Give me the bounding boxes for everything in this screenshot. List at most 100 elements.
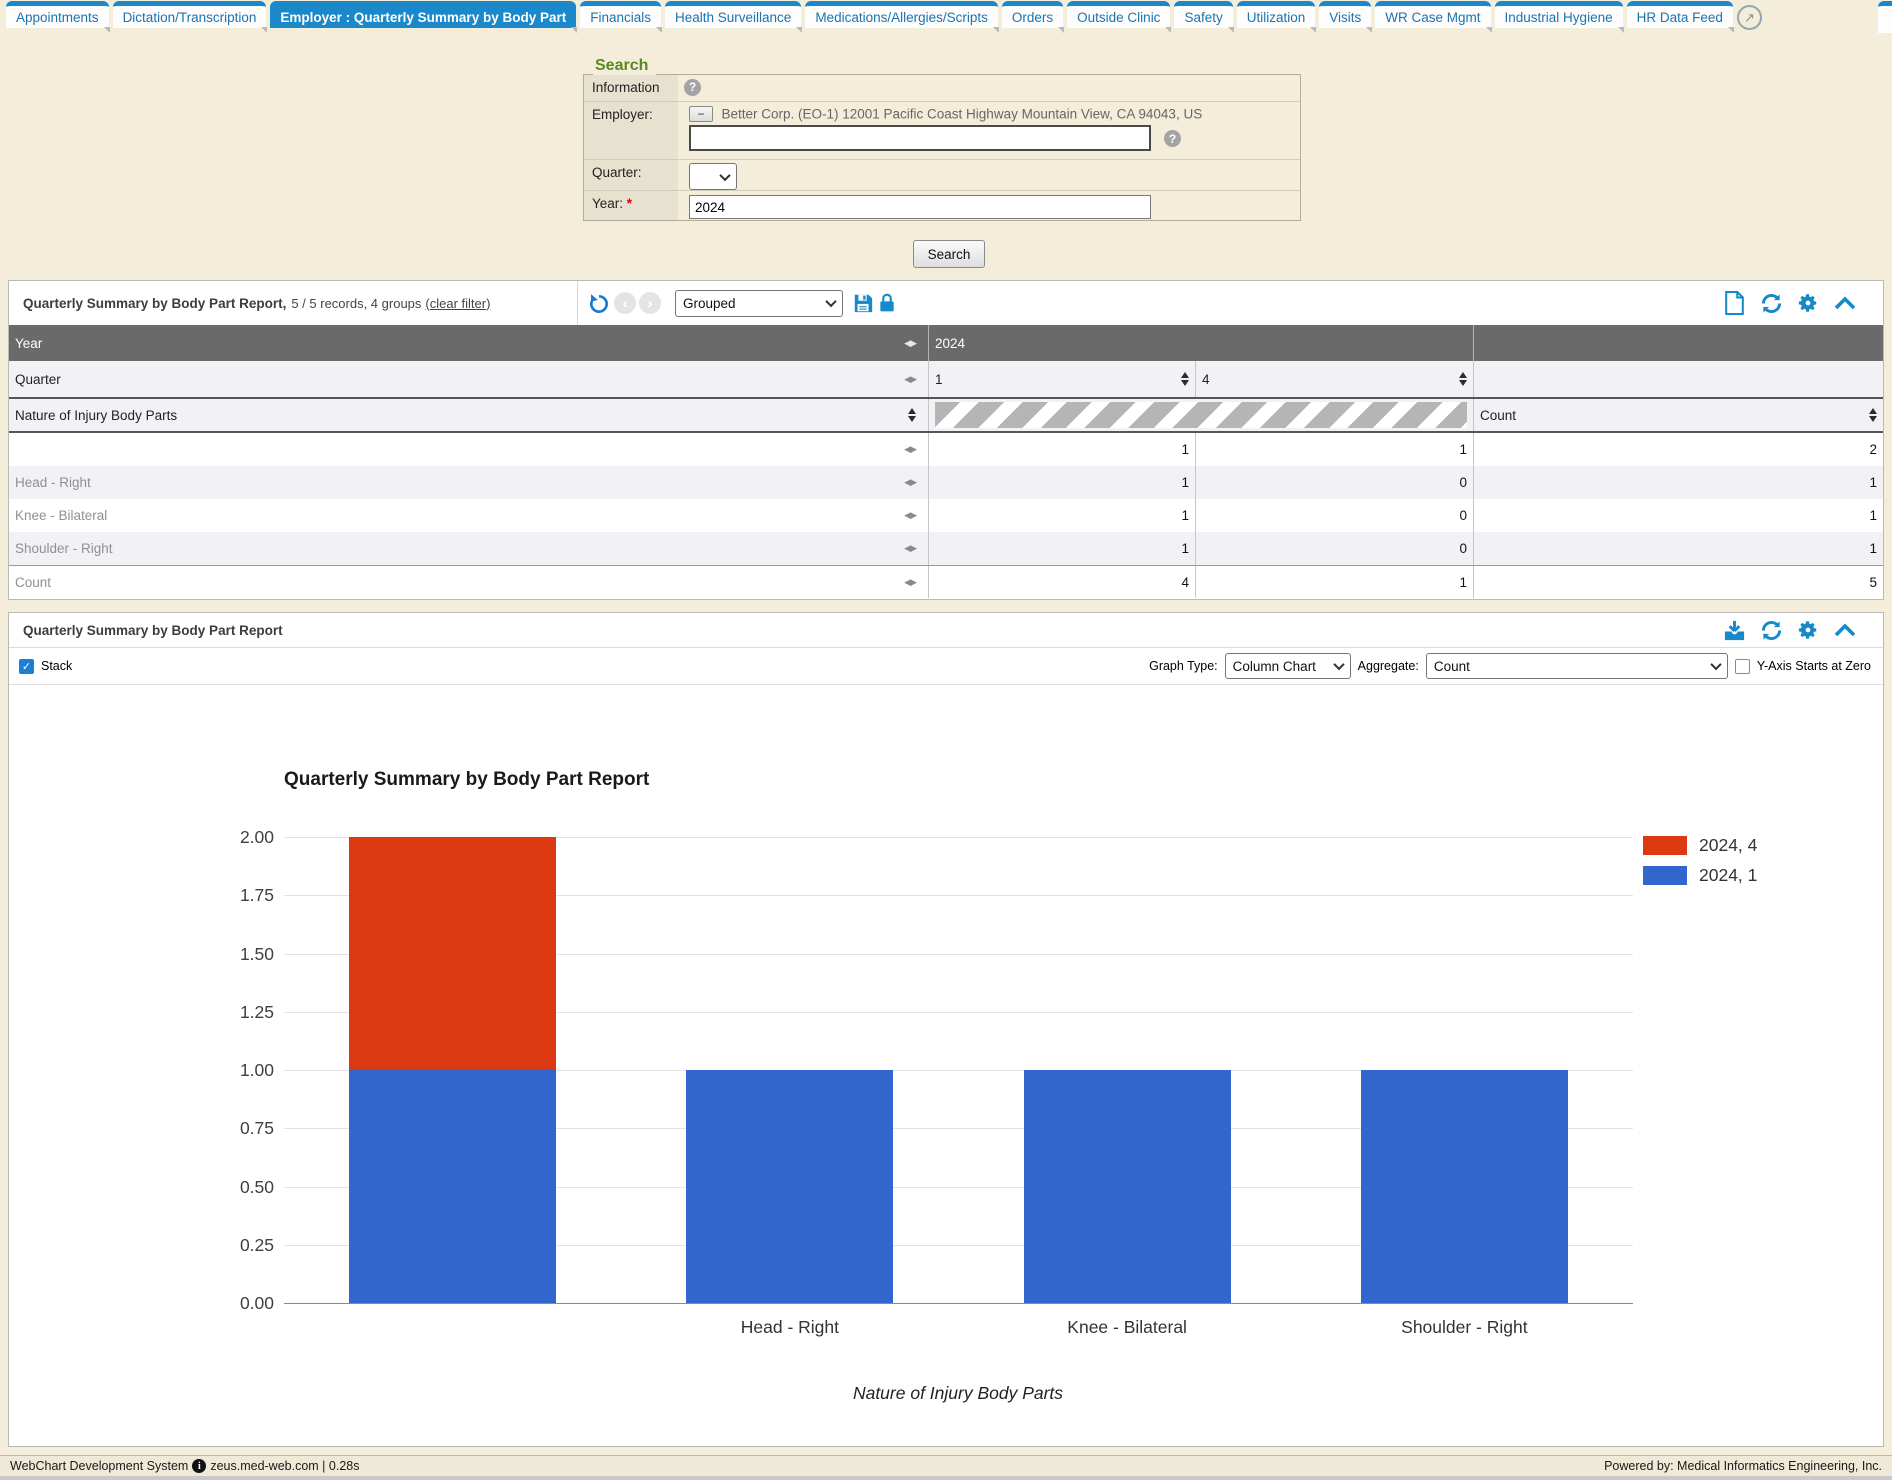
row-move-icon[interactable]: ◀▶ — [904, 510, 916, 521]
column-move-icon[interactable]: ◀▶ — [904, 374, 916, 385]
row-move-icon[interactable]: ◀▶ — [904, 543, 916, 554]
search-button[interactable]: Search — [913, 240, 985, 268]
row-label: Knee - Bilateral — [15, 508, 107, 523]
footer-host: zeus.med-web.com | 0.28s — [210, 1459, 359, 1473]
refresh-icon[interactable] — [1759, 618, 1783, 642]
bar-segment-blank — [349, 1070, 556, 1303]
save-icon[interactable] — [851, 291, 875, 315]
chart-controls: ✓ Stack Graph Type: Column Chart Aggrega… — [9, 648, 1883, 685]
table-row: Count◀▶415 — [9, 565, 1883, 598]
sort-icon[interactable] — [1869, 408, 1877, 422]
cell-value: 1 — [1474, 532, 1883, 565]
grid-panel-title: Quarterly Summary by Body Part Report, — [9, 296, 286, 311]
y-tick-label: 1.00 — [179, 1060, 274, 1081]
grid-record-count: 5 / 5 records, 4 groups — [291, 296, 421, 311]
previous-icon: ‹ — [614, 292, 636, 314]
divider — [577, 281, 578, 325]
tab-wr-case-mgmt[interactable]: WR Case Mgmt — [1375, 1, 1490, 28]
clear-filter-link[interactable]: (clear filter) — [425, 296, 490, 311]
tab-appointments[interactable]: Appointments — [6, 1, 109, 28]
cell-value: 0 — [1196, 499, 1474, 532]
tab-partial[interactable] — [1878, 1, 1892, 33]
information-help-icon[interactable]: ? — [684, 79, 701, 96]
lock-icon[interactable] — [875, 291, 899, 315]
row-label: Shoulder - Right — [15, 541, 113, 556]
sort-icon[interactable] — [1459, 372, 1467, 386]
collapse-panel-icon[interactable] — [1833, 291, 1857, 315]
aggregate-select[interactable]: Count — [1426, 653, 1728, 679]
yaxis-zero-checkbox[interactable] — [1735, 659, 1750, 674]
collapse-panel-icon[interactable] — [1833, 618, 1857, 642]
chevron-down-icon — [719, 169, 730, 180]
sort-icon[interactable] — [1181, 372, 1189, 386]
chart-canvas: Quarterly Summary by Body Part Report 2.… — [9, 685, 1883, 1446]
new-document-icon[interactable] — [1722, 291, 1746, 315]
chart-x-axis-title: Nature of Injury Body Parts — [853, 1383, 1063, 1404]
tab-health-surveillance[interactable]: Health Surveillance — [665, 1, 801, 28]
tab-medications-allergies-scripts[interactable]: Medications/Allergies/Scripts — [805, 1, 998, 28]
settings-gear-icon[interactable] — [1796, 291, 1820, 315]
gridline — [284, 1303, 1633, 1304]
nature-row-label: Nature of Injury Body Parts — [15, 408, 177, 423]
graph-type-select[interactable]: Column Chart — [1225, 653, 1351, 679]
information-label: Information — [584, 75, 678, 101]
year-input[interactable] — [689, 195, 1151, 219]
info-icon[interactable]: i — [192, 1459, 206, 1473]
refresh-icon[interactable] — [1759, 291, 1783, 315]
next-icon: › — [639, 292, 661, 314]
table-row: Shoulder - Right◀▶101 — [9, 532, 1883, 565]
tab-employer-quarterly-summary-by-body-part[interactable]: Employer : Quarterly Summary by Body Par… — [270, 1, 576, 28]
tab-outside-clinic[interactable]: Outside Clinic — [1067, 1, 1170, 28]
cell-value: 1 — [929, 466, 1196, 499]
employer-collapse-button[interactable]: − — [689, 106, 713, 122]
quarter-header-row: Quarter ◀▶ 1 4 — [9, 361, 1883, 397]
legend-item: 2024, 1 — [1643, 865, 1757, 886]
employer-selected-value: Better Corp. (EO-1) 12001 Pacific Coast … — [721, 106, 1202, 121]
report-chart-panel: Quarterly Summary by Body Part Report ✓ … — [8, 612, 1884, 1447]
required-asterisk: * — [627, 196, 632, 211]
status-footer: WebChart Development System i zeus.med-w… — [0, 1455, 1892, 1476]
x-category-label: Shoulder - Right — [1401, 1317, 1527, 1338]
cell-value: 1 — [1196, 433, 1474, 466]
report-grid-panel: Quarterly Summary by Body Part Report, 5… — [8, 280, 1884, 600]
tab-hr-data-feed[interactable]: HR Data Feed — [1627, 1, 1733, 28]
tab-safety[interactable]: Safety — [1174, 1, 1232, 28]
legend-label: 2024, 4 — [1699, 835, 1757, 856]
row-label: Count — [15, 575, 51, 590]
employer-input[interactable] — [689, 125, 1151, 151]
bar-segment-shoulder-right — [1361, 1070, 1568, 1303]
quarter-label: Quarter: — [584, 160, 678, 190]
row-move-icon[interactable]: ◀▶ — [904, 577, 916, 588]
table-row: Head - Right◀▶101 — [9, 466, 1883, 499]
row-move-icon[interactable]: ◀▶ — [904, 477, 916, 488]
legend-label: 2024, 1 — [1699, 865, 1757, 886]
sort-icon[interactable] — [908, 408, 916, 422]
tab-utilization[interactable]: Utilization — [1237, 1, 1316, 28]
y-tick-label: 0.75 — [179, 1118, 274, 1139]
bottom-edge — [0, 1476, 1892, 1480]
column-move-icon[interactable]: ◀▶ — [904, 338, 916, 349]
year-value-cell: 2024 — [929, 325, 1474, 361]
undo-icon[interactable] — [586, 291, 610, 315]
stack-label: Stack — [41, 659, 72, 673]
y-tick-label: 0.50 — [179, 1177, 274, 1198]
cell-value: 5 — [1474, 566, 1883, 598]
chevron-down-icon — [825, 296, 836, 307]
download-icon[interactable] — [1722, 618, 1746, 642]
tab-orders[interactable]: Orders — [1002, 1, 1063, 28]
settings-gear-icon[interactable] — [1796, 618, 1820, 642]
row-move-icon[interactable]: ◀▶ — [904, 444, 916, 455]
tab-financials[interactable]: Financials — [580, 1, 661, 28]
quarter-select[interactable] — [689, 163, 737, 190]
bar-segment-head-right — [686, 1070, 893, 1303]
group-mode-select[interactable]: Grouped — [675, 290, 843, 317]
tab-visits[interactable]: Visits — [1319, 1, 1371, 28]
table-row: ◀▶112 — [9, 433, 1883, 466]
employer-help-icon[interactable]: ? — [1164, 130, 1181, 147]
tab-overflow-icon[interactable]: ↗ — [1737, 5, 1762, 30]
tab-dictation-transcription[interactable]: Dictation/Transcription — [113, 1, 267, 28]
tab-industrial-hygiene[interactable]: Industrial Hygiene — [1495, 1, 1623, 28]
stack-checkbox[interactable]: ✓ — [19, 659, 34, 674]
y-tick-label: 0.25 — [179, 1235, 274, 1256]
search-section-title: Search — [593, 57, 656, 75]
